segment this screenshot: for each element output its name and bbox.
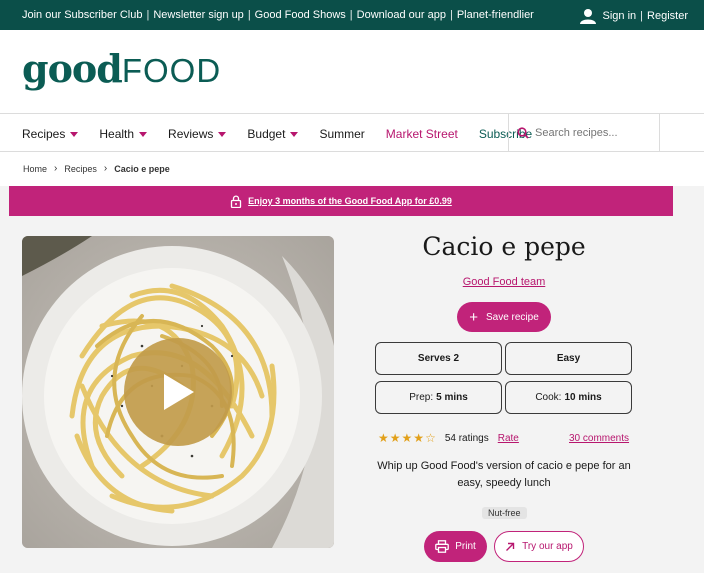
sign-in-link[interactable]: Sign in <box>603 10 637 22</box>
cook-value: 10 mins <box>564 392 602 403</box>
prep-label: Prep: <box>409 392 434 403</box>
nav-item-reviews[interactable]: Reviews <box>168 127 227 141</box>
chevron-down-icon <box>218 131 227 137</box>
try-app-button[interactable]: Try our app <box>494 531 584 562</box>
link-newsletter[interactable]: Newsletter sign up <box>153 9 244 21</box>
comments-link[interactable]: 30 comments <box>569 433 629 444</box>
diet-badge: Nut-free <box>482 507 527 519</box>
star-icon[interactable]: ☆ <box>425 432 436 444</box>
recipe-description: Whip up Good Food's version of cacio e p… <box>377 460 631 489</box>
difficulty-value: Easy <box>556 353 581 364</box>
rate-link[interactable]: Rate <box>498 433 519 444</box>
plus-icon: + <box>469 308 478 326</box>
rating-summary: ★ ★ ★ ★ ☆ 54 ratings Rate <box>378 432 519 444</box>
breadcrumb: Home › Recipes › Cacio e pepe <box>23 163 170 174</box>
nav-label: Budget <box>247 127 286 141</box>
star-icon[interactable]: ★ <box>378 432 389 444</box>
save-recipe-button[interactable]: + Save recipe <box>457 302 551 332</box>
account-links: Sign in | Register <box>579 8 688 24</box>
nav-label: Health <box>99 127 135 141</box>
separator: | <box>247 9 251 21</box>
nav-label: Market Street <box>385 127 458 141</box>
star-icon[interactable]: ★ <box>390 432 401 444</box>
recipe-author-link[interactable]: Good Food team <box>378 276 630 288</box>
cook-time-info: Cook: 10 mins <box>505 381 632 414</box>
breadcrumb-home[interactable]: Home <box>23 164 47 174</box>
serves-value: Serves 2 <box>417 353 460 364</box>
print-button[interactable]: Print <box>424 531 487 562</box>
serves-info: Serves 2 <box>375 342 502 375</box>
chevron-right-icon: › <box>103 163 108 174</box>
nav-item-budget[interactable]: Budget <box>247 127 299 141</box>
chevron-down-icon <box>139 131 148 137</box>
try-app-label: Try our app <box>522 541 573 552</box>
chevron-right-icon: › <box>54 163 58 174</box>
link-subscriber-club[interactable]: Join our Subscriber Club <box>22 9 142 21</box>
search-box <box>508 114 660 151</box>
ratings-count: 54 ratings <box>444 432 489 444</box>
separator: | <box>449 9 453 21</box>
link-good-food-shows[interactable]: Good Food Shows <box>255 9 346 21</box>
promo-text: Enjoy 3 months of the Good Food App for … <box>248 196 452 206</box>
link-download-app[interactable]: Download our app <box>357 9 446 21</box>
recipe-title: Cacio e pepe <box>422 232 586 261</box>
nav-label: Summer <box>319 127 365 141</box>
cook-label: Cook: <box>535 392 562 403</box>
chevron-down-icon <box>290 131 299 137</box>
nav-item-summer[interactable]: Summer <box>319 127 364 141</box>
nav-divider <box>0 151 704 152</box>
star-icon[interactable]: ★ <box>413 432 424 444</box>
link-planet-friendlier[interactable]: Planet-friendlier <box>457 9 534 21</box>
nav-item-market-street[interactable]: Market Street <box>386 127 458 141</box>
star-rating: ★ ★ ★ ★ ☆ <box>378 432 437 444</box>
user-icon[interactable] <box>579 8 597 24</box>
utility-links: Join our Subscriber Club | Newsletter si… <box>22 9 534 21</box>
search-icon[interactable] <box>517 126 529 139</box>
play-icon <box>164 374 194 410</box>
main-navigation: Recipes Health Reviews Budget Summer Mar… <box>22 127 553 141</box>
nav-label: Reviews <box>168 127 214 141</box>
save-recipe-label: Save recipe <box>485 311 539 323</box>
star-icon[interactable]: ★ <box>402 432 413 444</box>
chevron-down-icon <box>70 131 79 137</box>
nav-label: Recipes <box>22 127 66 141</box>
difficulty-info: Easy <box>505 342 632 375</box>
search-input[interactable] <box>535 126 655 139</box>
prep-time-info: Prep: 5 mins <box>375 381 502 414</box>
print-label: Print <box>455 541 476 552</box>
nav-item-recipes[interactable]: Recipes <box>22 127 79 141</box>
separator: | <box>640 10 644 22</box>
register-link[interactable]: Register <box>647 10 688 22</box>
recipe-video-thumbnail[interactable] <box>22 236 334 548</box>
prep-value: 5 mins <box>436 392 468 403</box>
printer-icon <box>435 540 450 553</box>
breadcrumb-recipes[interactable]: Recipes <box>64 164 97 174</box>
logo-good-text: good <box>22 46 123 91</box>
promo-banner[interactable]: Enjoy 3 months of the Good Food App for … <box>9 186 673 216</box>
separator: | <box>146 9 150 21</box>
external-arrow-icon <box>506 542 515 551</box>
nav-item-health[interactable]: Health <box>99 127 148 141</box>
play-button[interactable] <box>124 338 232 446</box>
site-logo[interactable]: good FOOD <box>22 46 221 96</box>
separator: | <box>349 9 353 21</box>
top-utility-bar: Join our Subscriber Club | Newsletter si… <box>0 0 704 30</box>
logo-food-text: FOOD <box>121 52 222 89</box>
lock-icon <box>231 194 242 208</box>
breadcrumb-current: Cacio e pepe <box>114 163 170 174</box>
